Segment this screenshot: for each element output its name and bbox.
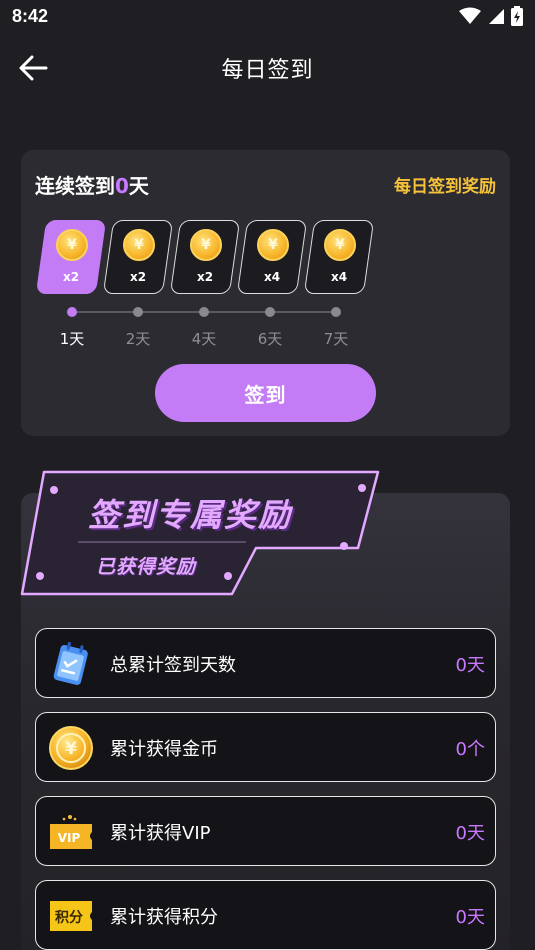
vip-ticket-text: VIP [58,831,81,845]
stat-value: 0天 [455,655,485,676]
streak-days: 0 [115,174,129,198]
streak-suffix: 天 [128,174,149,198]
stat-row-coins[interactable]: ¥ 累计获得金币 0个 [35,712,496,782]
day-tile[interactable]: ¥ x4 [236,220,308,294]
stat-value: 0个 [455,739,485,760]
back-button[interactable] [14,52,52,84]
status-icons [459,6,523,26]
streak-prefix: 连续签到 [35,174,115,198]
day-tile[interactable]: ¥ x4 [303,220,375,294]
rewards-banner: 签到专属奖励 已获得奖励 [18,470,384,598]
day-label: 7天 [323,330,349,348]
tile-multiplier: x2 [129,270,147,284]
header: 每日签到 [0,42,535,94]
progress-timeline [67,307,341,317]
banner-title: 签到专属奖励 [88,496,293,534]
stat-label: 累计获得积分 [110,907,218,928]
calendar-icon [48,641,94,687]
vip-ticket-icon: VIP [48,809,94,855]
wifi-icon [459,7,481,24]
stat-value: 0天 [455,907,485,928]
timeline-dot [133,307,143,317]
day-tile[interactable]: ¥ x2 [169,220,241,294]
timeline-dot [265,307,275,317]
gold-coin-icon: ¥ [48,725,94,771]
timeline-dot [199,307,209,317]
day-label: 2天 [125,330,151,348]
stat-row-vip[interactable]: VIP 累计获得VIP 0天 [35,796,496,866]
stat-label: 总累计签到天数 [110,655,236,676]
tile-multiplier: x2 [196,270,214,284]
coin-icon: ¥ [324,229,356,261]
status-time: 8:42 [12,5,49,26]
checkin-button[interactable]: 签到 [155,364,376,422]
stat-label: 累计获得金币 [110,739,218,760]
stat-row-points[interactable]: 积分 累计获得积分 0天 [35,880,496,950]
daily-reward-link[interactable]: 每日签到奖励 [394,172,496,197]
timeline-dot [67,307,77,317]
day-label: 4天 [191,330,217,348]
points-ticket-text: 积分 [55,909,83,926]
stat-row-total-days[interactable]: 总累计签到天数 0天 [35,628,496,698]
day-label: 6天 [257,330,283,348]
page-title: 每日签到 [221,58,314,83]
day-label: 1天 [59,330,85,348]
svg-text:¥: ¥ [65,739,77,759]
checkin-card: 连续签到0天 每日签到奖励 ¥ x2 ¥ x2 ¥ x2 ¥ x4 ¥ x4 1… [21,150,510,436]
day-tiles: ¥ x2 ¥ x2 ¥ x2 ¥ x4 ¥ x4 [35,220,377,296]
banner-subtitle: 已获得奖励 [96,556,197,578]
coin-icon: ¥ [257,229,289,261]
tile-multiplier: x4 [330,270,348,284]
coin-icon: ¥ [56,229,88,261]
streak-text: 连续签到0天 [35,170,149,199]
tile-multiplier: x2 [62,270,80,284]
signal-icon [489,9,504,24]
back-arrow-icon [19,55,48,81]
day-tile[interactable]: ¥ x2 [102,220,174,294]
stat-value: 0天 [455,823,485,844]
status-bar: 8:42 [0,0,535,32]
points-ticket-icon: 积分 [48,893,94,939]
coin-icon: ¥ [123,229,155,261]
battery-icon [511,6,523,26]
stat-label: 累计获得VIP [110,823,211,844]
day-tile[interactable]: ¥ x2 [35,220,107,294]
tile-multiplier: x4 [263,270,281,284]
day-labels: 1天 2天 4天 6天 7天 [42,328,382,348]
coin-icon: ¥ [190,229,222,261]
timeline-dot [331,307,341,317]
